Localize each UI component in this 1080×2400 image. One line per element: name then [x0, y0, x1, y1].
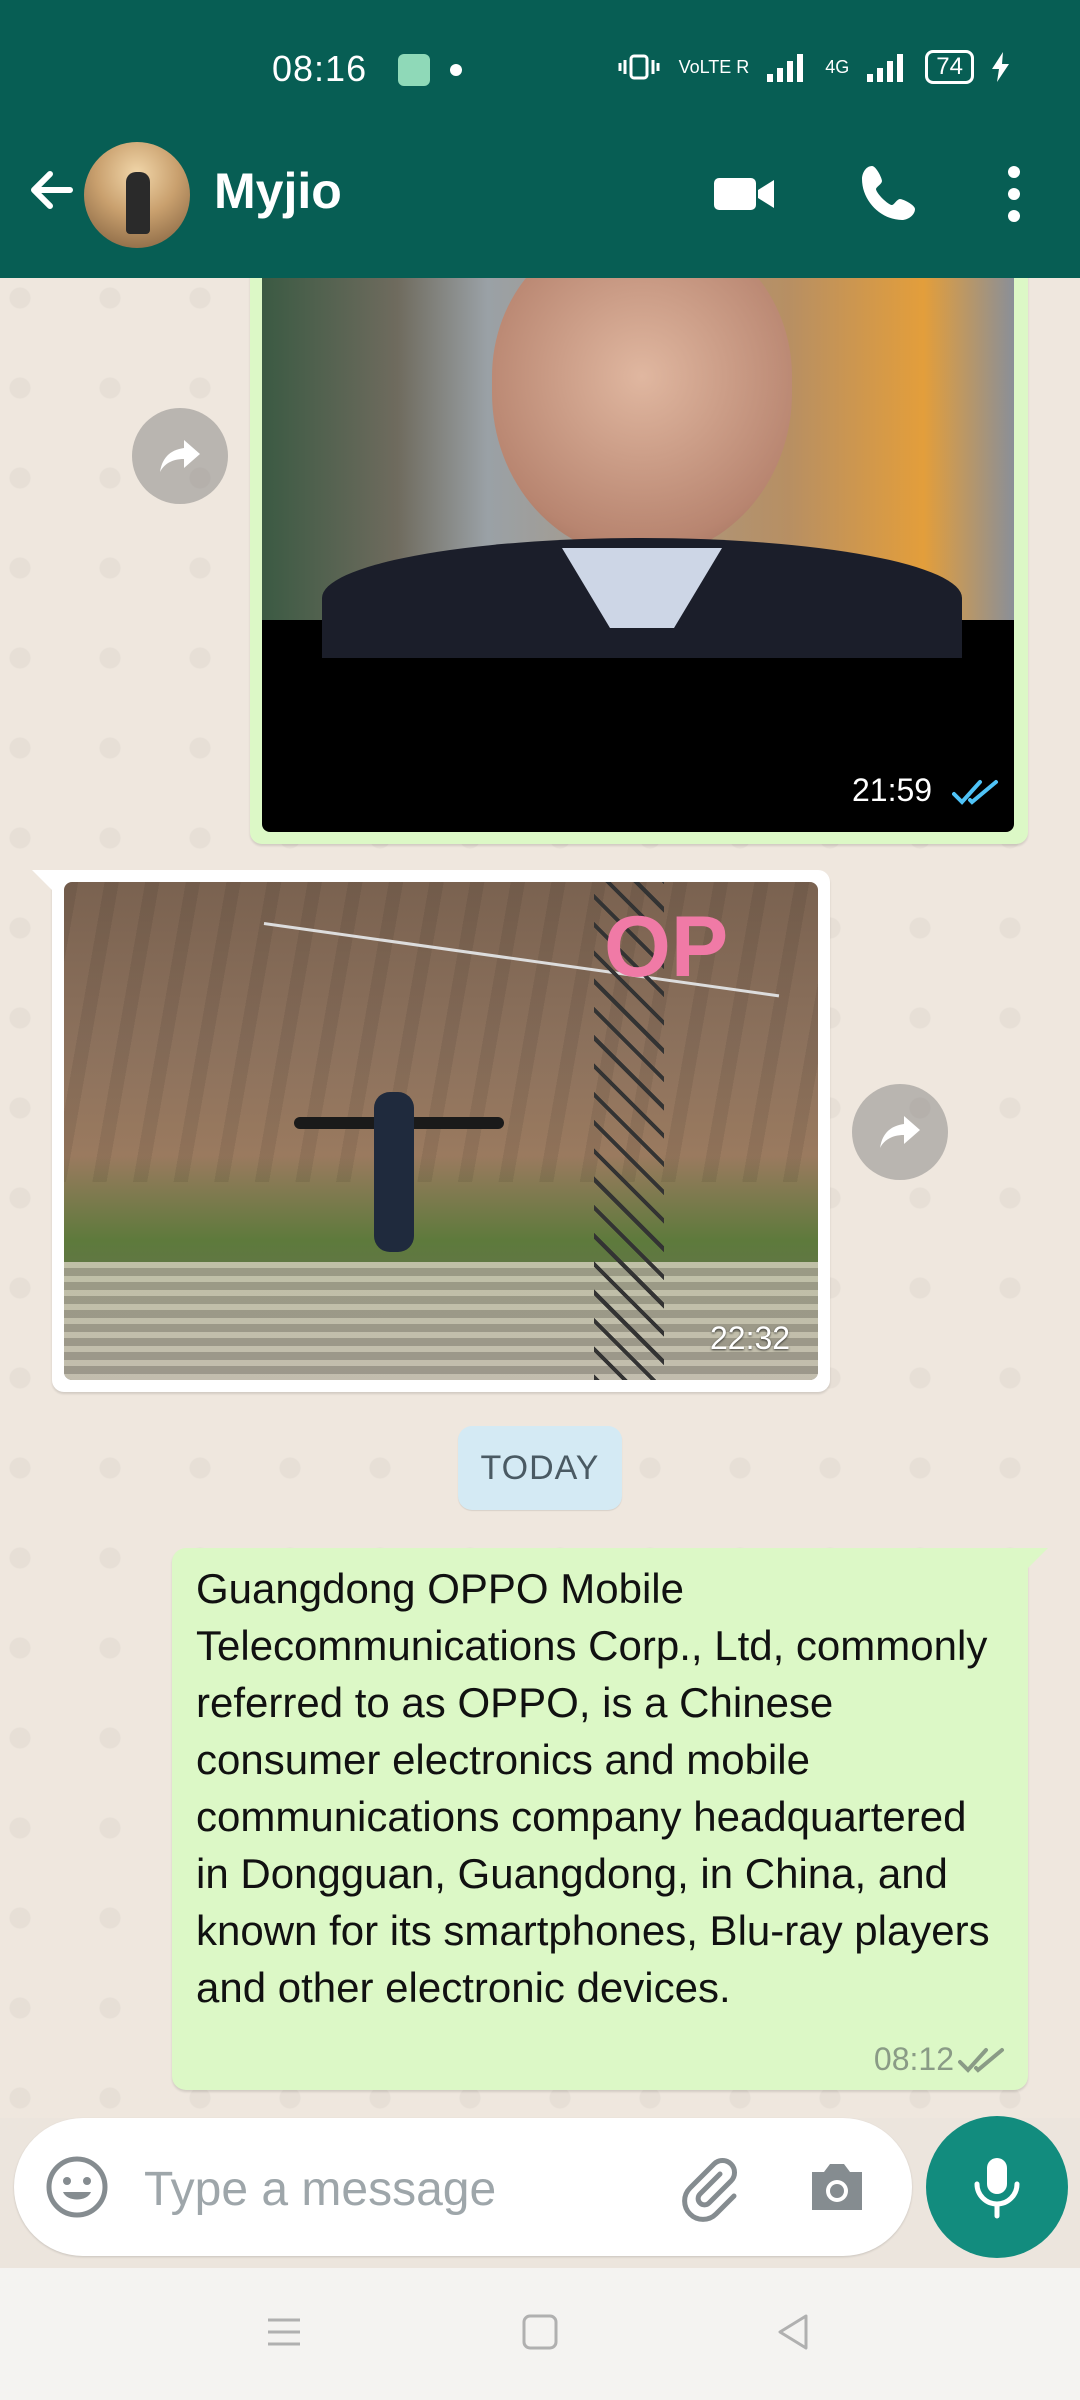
- photo-sign-text: OP: [604, 902, 728, 992]
- video-call-icon[interactable]: [708, 158, 780, 230]
- outgoing-text-message[interactable]: Guangdong OPPO Mobile Telecommunications…: [172, 1548, 1048, 2090]
- network-label-1: VoLTE R: [678, 56, 750, 77]
- voice-message-button[interactable]: [926, 2116, 1068, 2258]
- back-nav-icon[interactable]: [772, 2310, 816, 2354]
- system-navigation-bar: [0, 2268, 1080, 2400]
- status-time: 08:16: [272, 48, 368, 89]
- notification-dot-icon: [450, 64, 462, 76]
- vibrate-icon: [618, 54, 660, 80]
- message-text: Guangdong OPPO Mobile Telecommunications…: [196, 1565, 990, 2011]
- chat-header: Myjio: [0, 110, 1080, 278]
- message-input[interactable]: Type a message: [144, 2162, 496, 2217]
- photo-image[interactable]: [262, 278, 1014, 832]
- photo-image[interactable]: OP: [64, 882, 818, 1380]
- voice-call-icon[interactable]: [852, 158, 924, 230]
- menu-nav-icon[interactable]: [262, 2310, 306, 2354]
- incoming-image-message[interactable]: OP 22:32: [32, 870, 830, 1392]
- attach-icon[interactable]: [674, 2152, 744, 2222]
- network-label-2: 4G: [825, 56, 850, 77]
- contact-avatar[interactable]: [84, 142, 190, 248]
- forward-button[interactable]: [852, 1084, 948, 1180]
- forward-icon: [880, 1116, 920, 1148]
- message-time: 08:12: [873, 2041, 954, 2077]
- back-arrow-icon[interactable]: [22, 160, 82, 220]
- microphone-icon: [974, 2158, 1020, 2219]
- emoji-icon[interactable]: [44, 2154, 110, 2220]
- status-bar: 08:16 VoLTE R 4G 74: [0, 0, 1080, 110]
- message-time: 22:32: [710, 1320, 791, 1356]
- message-composer[interactable]: Type a message: [14, 2118, 912, 2256]
- camera-icon[interactable]: [802, 2152, 872, 2222]
- delivered-ticks-icon: [958, 2048, 1004, 2073]
- signal-icon: [767, 54, 804, 82]
- date-divider: TODAY: [458, 1426, 622, 1510]
- outgoing-image-message[interactable]: 21:59: [250, 278, 1028, 844]
- contact-name[interactable]: Myjio: [214, 162, 342, 220]
- system-icons: VoLTE R 4G 74: [617, 50, 1010, 84]
- home-nav-icon[interactable]: [518, 2310, 562, 2354]
- message-time: 21:59: [852, 772, 933, 808]
- charging-icon: [992, 52, 1009, 82]
- battery-indicator: 74: [925, 50, 974, 84]
- chat-area[interactable]: 21:59 OP 22:32 TODAY Guangdong OPPO Mobi…: [0, 278, 1080, 2118]
- more-options-icon[interactable]: [978, 158, 1050, 230]
- forward-icon: [160, 440, 200, 472]
- signal-icon-2: [867, 54, 904, 82]
- message-notification-icon: [398, 54, 430, 86]
- forward-button[interactable]: [132, 408, 228, 504]
- read-ticks-icon: [952, 780, 998, 805]
